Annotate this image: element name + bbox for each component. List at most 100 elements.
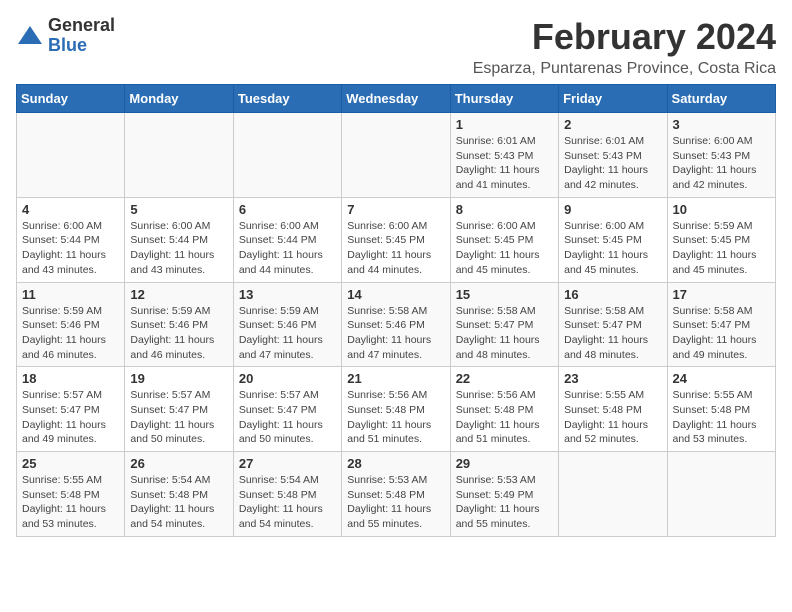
week-row-5: 25 Sunrise: 5:55 AM Sunset: 5:48 PM Dayli… — [17, 452, 776, 537]
day-info: Sunrise: 5:57 AM Sunset: 5:47 PM Dayligh… — [130, 388, 227, 447]
header-cell-saturday: Saturday — [667, 85, 775, 113]
day-info: Sunrise: 5:58 AM Sunset: 5:46 PM Dayligh… — [347, 304, 444, 363]
day-info: Sunrise: 6:01 AM Sunset: 5:43 PM Dayligh… — [456, 134, 553, 193]
day-cell — [17, 113, 125, 198]
day-info: Sunrise: 6:00 AM Sunset: 5:45 PM Dayligh… — [564, 219, 661, 278]
day-info: Sunrise: 5:57 AM Sunset: 5:47 PM Dayligh… — [239, 388, 336, 447]
header-cell-tuesday: Tuesday — [233, 85, 341, 113]
subtitle: Esparza, Puntarenas Province, Costa Rica — [473, 60, 776, 78]
header-cell-friday: Friday — [559, 85, 667, 113]
day-number: 16 — [564, 287, 661, 302]
logo-text: General Blue — [48, 16, 115, 56]
header-cell-sunday: Sunday — [17, 85, 125, 113]
day-number: 11 — [22, 287, 119, 302]
day-cell — [233, 113, 341, 198]
day-cell: 24 Sunrise: 5:55 AM Sunset: 5:48 PM Dayli… — [667, 367, 775, 452]
title-area: February 2024 Esparza, Puntarenas Provin… — [473, 16, 776, 78]
day-cell: 14 Sunrise: 5:58 AM Sunset: 5:46 PM Dayli… — [342, 282, 450, 367]
day-cell: 20Sunrise: 5:57 AM Sunset: 5:47 PM Dayli… — [233, 367, 341, 452]
day-number: 18 — [22, 371, 119, 386]
day-info: Sunrise: 5:59 AM Sunset: 5:46 PM Dayligh… — [130, 304, 227, 363]
week-row-3: 11 Sunrise: 5:59 AM Sunset: 5:46 PM Dayli… — [17, 282, 776, 367]
day-cell: 7 Sunrise: 6:00 AM Sunset: 5:45 PM Daylig… — [342, 197, 450, 282]
day-number: 7 — [347, 202, 444, 217]
week-row-1: 1 Sunrise: 6:01 AM Sunset: 5:43 PM Daylig… — [17, 113, 776, 198]
day-cell — [559, 452, 667, 537]
calendar-table: SundayMondayTuesdayWednesdayThursdayFrid… — [16, 84, 776, 537]
day-number: 24 — [673, 371, 770, 386]
day-cell: 1 Sunrise: 6:01 AM Sunset: 5:43 PM Daylig… — [450, 113, 558, 198]
day-cell: 23Sunrise: 5:55 AM Sunset: 5:48 PM Dayli… — [559, 367, 667, 452]
header-cell-thursday: Thursday — [450, 85, 558, 113]
day-cell — [667, 452, 775, 537]
day-info: Sunrise: 5:59 AM Sunset: 5:46 PM Dayligh… — [22, 304, 119, 363]
day-cell: 8Sunrise: 6:00 AM Sunset: 5:45 PM Daylig… — [450, 197, 558, 282]
day-info: Sunrise: 6:00 AM Sunset: 5:43 PM Dayligh… — [673, 134, 770, 193]
day-info: Sunrise: 5:58 AM Sunset: 5:47 PM Dayligh… — [673, 304, 770, 363]
logo-general: General — [48, 16, 115, 36]
day-cell: 10Sunrise: 5:59 AM Sunset: 5:45 PM Dayli… — [667, 197, 775, 282]
day-cell: 13Sunrise: 5:59 AM Sunset: 5:46 PM Dayli… — [233, 282, 341, 367]
week-row-4: 18 Sunrise: 5:57 AM Sunset: 5:47 PM Dayli… — [17, 367, 776, 452]
day-number: 19 — [130, 371, 227, 386]
day-number: 17 — [673, 287, 770, 302]
day-number: 3 — [673, 117, 770, 132]
day-number: 23 — [564, 371, 661, 386]
day-cell: 3 Sunrise: 6:00 AM Sunset: 5:43 PM Daylig… — [667, 113, 775, 198]
day-cell: 25 Sunrise: 5:55 AM Sunset: 5:48 PM Dayli… — [17, 452, 125, 537]
day-cell: 2 Sunrise: 6:01 AM Sunset: 5:43 PM Daylig… — [559, 113, 667, 198]
day-number: 28 — [347, 456, 444, 471]
main-title: February 2024 — [473, 16, 776, 58]
day-cell: 5 Sunrise: 6:00 AM Sunset: 5:44 PM Daylig… — [125, 197, 233, 282]
day-number: 21 — [347, 371, 444, 386]
day-info: Sunrise: 5:55 AM Sunset: 5:48 PM Dayligh… — [22, 473, 119, 532]
day-info: Sunrise: 6:01 AM Sunset: 5:43 PM Dayligh… — [564, 134, 661, 193]
day-number: 26 — [130, 456, 227, 471]
day-info: Sunrise: 6:00 AM Sunset: 5:44 PM Dayligh… — [239, 219, 336, 278]
day-info: Sunrise: 5:54 AM Sunset: 5:48 PM Dayligh… — [130, 473, 227, 532]
day-number: 8 — [456, 202, 553, 217]
day-number: 1 — [456, 117, 553, 132]
day-cell: 19 Sunrise: 5:57 AM Sunset: 5:47 PM Dayli… — [125, 367, 233, 452]
day-info: Sunrise: 5:56 AM Sunset: 5:48 PM Dayligh… — [347, 388, 444, 447]
day-cell: 17 Sunrise: 5:58 AM Sunset: 5:47 PM Dayli… — [667, 282, 775, 367]
day-cell — [125, 113, 233, 198]
day-number: 10 — [673, 202, 770, 217]
day-info: Sunrise: 6:00 AM Sunset: 5:45 PM Dayligh… — [347, 219, 444, 278]
day-cell: 26 Sunrise: 5:54 AM Sunset: 5:48 PM Dayli… — [125, 452, 233, 537]
day-number: 9 — [564, 202, 661, 217]
day-info: Sunrise: 5:53 AM Sunset: 5:49 PM Dayligh… — [456, 473, 553, 532]
day-number: 5 — [130, 202, 227, 217]
day-number: 14 — [347, 287, 444, 302]
day-cell: 29Sunrise: 5:53 AM Sunset: 5:49 PM Dayli… — [450, 452, 558, 537]
day-cell: 9 Sunrise: 6:00 AM Sunset: 5:45 PM Daylig… — [559, 197, 667, 282]
day-info: Sunrise: 5:58 AM Sunset: 5:47 PM Dayligh… — [456, 304, 553, 363]
day-number: 27 — [239, 456, 336, 471]
day-cell: 21 Sunrise: 5:56 AM Sunset: 5:48 PM Dayli… — [342, 367, 450, 452]
day-cell: 22Sunrise: 5:56 AM Sunset: 5:48 PM Dayli… — [450, 367, 558, 452]
day-cell: 18 Sunrise: 5:57 AM Sunset: 5:47 PM Dayli… — [17, 367, 125, 452]
day-info: Sunrise: 5:59 AM Sunset: 5:46 PM Dayligh… — [239, 304, 336, 363]
logo-blue: Blue — [48, 36, 115, 56]
day-cell: 27 Sunrise: 5:54 AM Sunset: 5:48 PM Dayli… — [233, 452, 341, 537]
day-number: 22 — [456, 371, 553, 386]
day-info: Sunrise: 5:55 AM Sunset: 5:48 PM Dayligh… — [673, 388, 770, 447]
day-number: 4 — [22, 202, 119, 217]
day-cell: 12 Sunrise: 5:59 AM Sunset: 5:46 PM Dayli… — [125, 282, 233, 367]
day-cell: 11 Sunrise: 5:59 AM Sunset: 5:46 PM Dayli… — [17, 282, 125, 367]
day-cell: 4 Sunrise: 6:00 AM Sunset: 5:44 PM Daylig… — [17, 197, 125, 282]
day-cell — [342, 113, 450, 198]
day-info: Sunrise: 6:00 AM Sunset: 5:44 PM Dayligh… — [130, 219, 227, 278]
day-cell: 16 Sunrise: 5:58 AM Sunset: 5:47 PM Dayli… — [559, 282, 667, 367]
day-info: Sunrise: 5:54 AM Sunset: 5:48 PM Dayligh… — [239, 473, 336, 532]
week-row-2: 4 Sunrise: 6:00 AM Sunset: 5:44 PM Daylig… — [17, 197, 776, 282]
day-info: Sunrise: 5:58 AM Sunset: 5:47 PM Dayligh… — [564, 304, 661, 363]
day-number: 2 — [564, 117, 661, 132]
day-number: 25 — [22, 456, 119, 471]
logo: General Blue — [16, 16, 115, 56]
day-info: Sunrise: 6:00 AM Sunset: 5:44 PM Dayligh… — [22, 219, 119, 278]
header-row: SundayMondayTuesdayWednesdayThursdayFrid… — [17, 85, 776, 113]
day-info: Sunrise: 5:57 AM Sunset: 5:47 PM Dayligh… — [22, 388, 119, 447]
day-number: 12 — [130, 287, 227, 302]
day-number: 6 — [239, 202, 336, 217]
